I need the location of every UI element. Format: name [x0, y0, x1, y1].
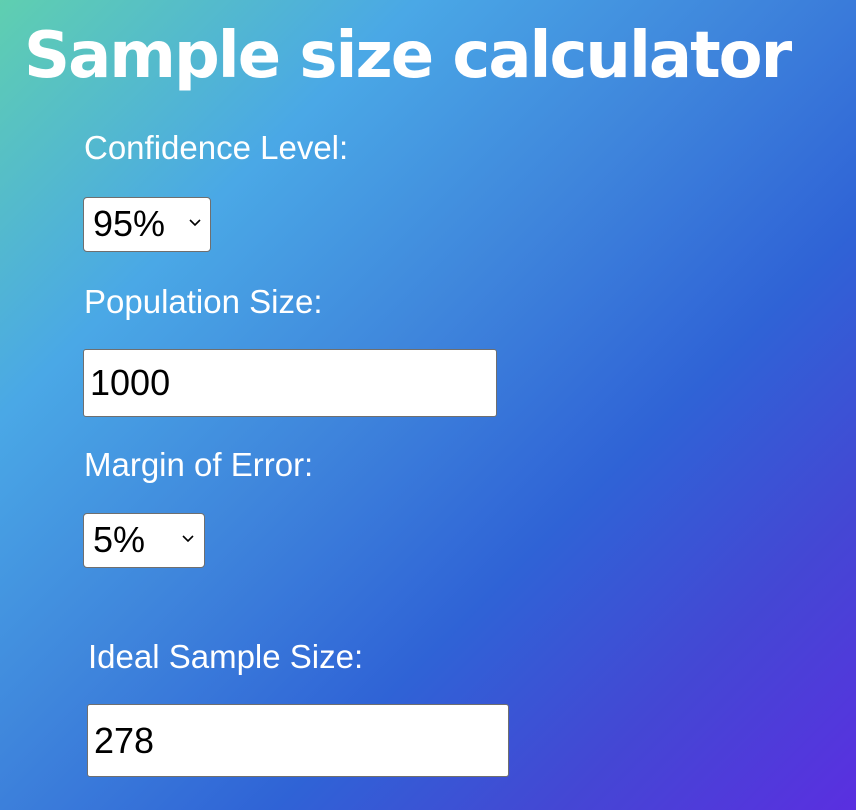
chevron-down-icon — [182, 535, 194, 543]
confidence-level-label: Confidence Level: — [84, 129, 349, 166]
population-size-label: Population Size: — [84, 283, 323, 320]
chevron-down-icon — [189, 219, 201, 227]
margin-of-error-value: 5% — [93, 519, 146, 560]
margin-of-error-label: Margin of Error: — [84, 446, 314, 483]
population-size-input[interactable] — [83, 349, 497, 417]
ideal-sample-size-label: Ideal Sample Size: — [88, 638, 364, 675]
margin-of-error-select[interactable]: 5% — [83, 513, 205, 568]
confidence-level-select[interactable]: 95% — [83, 197, 211, 252]
page-title: Sample size calculator — [24, 19, 792, 93]
confidence-level-value: 95% — [93, 203, 166, 244]
ideal-sample-size-output[interactable] — [87, 704, 509, 777]
